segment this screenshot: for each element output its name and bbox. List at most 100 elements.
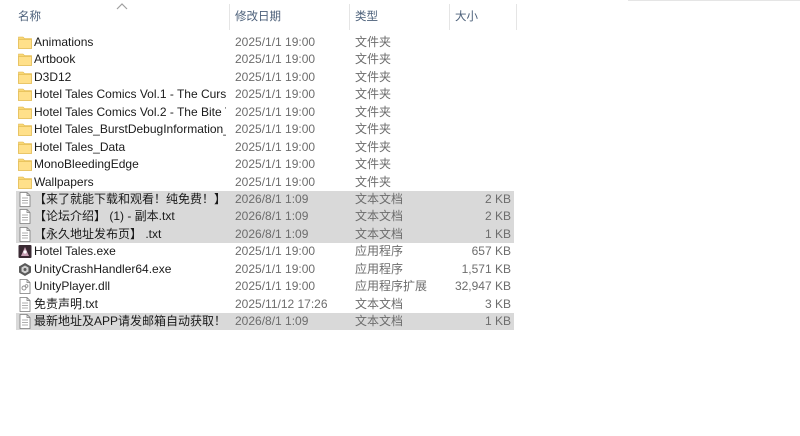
column-header-name[interactable]: 名称 xyxy=(14,0,229,30)
file-row[interactable]: 【论坛介绍】 (1) - 副本.txt 2026/8/1 1:09 文本文档 2… xyxy=(0,208,800,226)
file-type: 应用程序 xyxy=(355,244,404,259)
file-row[interactable]: Animations 2025/1/1 19:00 文件夹 xyxy=(0,34,800,51)
column-separator[interactable] xyxy=(449,4,450,30)
file-name: Hotel Tales Comics Vol.1 - The Curse... xyxy=(34,87,226,102)
text-file-icon xyxy=(18,191,32,208)
file-size: 1,571 KB xyxy=(461,261,511,276)
file-explorer-view: 名称 修改日期 类型 大小 Animations 2025/1/1 19:00 … xyxy=(0,0,800,436)
file-row[interactable]: UnityCrashHandler64.exe 2025/1/1 19:00 应… xyxy=(0,261,800,278)
file-size xyxy=(452,156,511,173)
file-row[interactable]: Artbook 2025/1/1 19:00 文件夹 xyxy=(0,51,800,68)
file-size: 1 KB xyxy=(484,314,511,328)
file-size xyxy=(452,121,511,138)
file-row[interactable]: Wallpapers 2025/1/1 19:00 文件夹 xyxy=(0,174,800,191)
file-name: Hotel Tales Comics Vol.2 - The Bite T... xyxy=(34,104,226,119)
file-size xyxy=(452,51,511,68)
file-row[interactable]: Hotel Tales_BurstDebugInformation_... 20… xyxy=(0,121,800,138)
file-name: 免责声明.txt xyxy=(34,296,99,311)
file-type: 文件夹 xyxy=(355,104,392,119)
file-name: Animations xyxy=(34,35,94,49)
file-size: 3 KB xyxy=(484,296,511,311)
folder-icon xyxy=(18,121,32,138)
file-name: MonoBleedingEdge xyxy=(34,157,139,172)
column-header-date[interactable]: 修改日期 xyxy=(231,0,349,30)
file-type: 文本文档 xyxy=(355,209,404,224)
file-type: 文件夹 xyxy=(355,69,392,84)
file-row[interactable]: 【永久地址发布页】 .txt 2026/8/1 1:09 文本文档 1 KB xyxy=(0,225,800,244)
file-row[interactable]: Hotel Tales Comics Vol.1 - The Curse... … xyxy=(0,86,800,103)
file-row[interactable]: MonoBleedingEdge 2025/1/1 19:00 文件夹 xyxy=(0,156,800,173)
file-row[interactable]: 免责声明.txt 2025/11/12 17:26 文本文档 3 KB xyxy=(0,296,800,313)
file-row[interactable]: 最新地址及APP请发邮箱自动获取！！！... 2026/8/1 1:09 文本文… xyxy=(0,313,800,331)
file-name: D3D12 xyxy=(34,69,72,84)
dll-file-icon xyxy=(18,278,32,295)
file-modified-date: 2026/8/1 1:09 xyxy=(235,226,309,241)
file-modified-date: 2025/1/1 19:00 xyxy=(235,279,316,294)
file-name: Hotel Tales_Data xyxy=(34,139,126,154)
column-header-size[interactable]: 大小 xyxy=(451,0,516,30)
folder-icon xyxy=(18,156,32,173)
folder-icon xyxy=(18,104,32,121)
file-name: UnityPlayer.dll xyxy=(34,279,111,294)
column-separator[interactable] xyxy=(516,4,517,30)
column-separator[interactable] xyxy=(349,4,350,30)
file-type: 文件夹 xyxy=(355,52,392,67)
text-file-icon xyxy=(18,226,32,243)
file-name: UnityCrashHandler64.exe xyxy=(34,261,172,276)
folder-icon xyxy=(18,34,32,51)
file-size xyxy=(452,104,511,121)
file-modified-date: 2025/1/1 19:00 xyxy=(235,52,316,67)
file-modified-date: 2025/11/12 17:26 xyxy=(235,296,328,311)
file-modified-date: 2025/1/1 19:00 xyxy=(235,69,316,84)
file-size: 32,947 KB xyxy=(454,279,511,294)
file-modified-date: 2025/1/1 19:00 xyxy=(235,261,316,276)
file-modified-date: 2025/1/1 19:00 xyxy=(235,244,316,259)
file-row[interactable]: 【来了就能下载和观看！纯免费！】 - 副... 2026/8/1 1:09 文本… xyxy=(0,190,800,209)
file-modified-date: 2025/1/1 19:00 xyxy=(235,104,316,119)
file-size xyxy=(452,139,511,156)
file-type: 文本文档 xyxy=(355,296,404,311)
text-file-icon xyxy=(18,313,32,330)
file-name: Wallpapers xyxy=(34,174,94,189)
header-divider xyxy=(628,0,800,1)
file-modified-date: 2025/1/1 19:00 xyxy=(235,157,316,172)
file-row[interactable]: Hotel Tales_Data 2025/1/1 19:00 文件夹 xyxy=(0,139,800,156)
unity-app-icon xyxy=(18,261,32,278)
file-size: 2 KB xyxy=(484,191,511,206)
file-row[interactable]: D3D12 2025/1/1 19:00 文件夹 xyxy=(0,69,800,86)
file-name: 【论坛介绍】 (1) - 副本.txt xyxy=(34,209,175,224)
file-name: Artbook xyxy=(34,52,76,67)
folder-icon xyxy=(18,69,32,86)
column-header-type[interactable]: 类型 xyxy=(351,0,449,30)
file-name: 最新地址及APP请发邮箱自动获取！！！... xyxy=(34,314,226,328)
file-row[interactable]: UnityPlayer.dll 2025/1/1 19:00 应用程序扩展 32… xyxy=(0,278,800,295)
file-type: 文件夹 xyxy=(355,35,392,49)
file-name: Hotel Tales_BurstDebugInformation_... xyxy=(34,122,226,137)
file-size: 657 KB xyxy=(471,244,511,259)
file-size xyxy=(452,86,511,103)
file-type: 应用程序扩展 xyxy=(355,279,428,294)
file-row[interactable]: Hotel Tales Comics Vol.2 - The Bite T...… xyxy=(0,104,800,121)
file-size xyxy=(452,69,511,86)
game-app-icon xyxy=(18,243,32,260)
folder-icon xyxy=(18,139,32,156)
file-name: 【来了就能下载和观看！纯免费！】 - 副... xyxy=(34,191,226,206)
file-modified-date: 2025/1/1 19:00 xyxy=(235,87,316,102)
folder-icon xyxy=(18,86,32,103)
file-type: 文件夹 xyxy=(355,139,392,154)
file-type: 文本文档 xyxy=(355,226,404,241)
file-list: Animations 2025/1/1 19:00 文件夹 Artbook 20… xyxy=(0,34,800,331)
file-modified-date: 2025/1/1 19:00 xyxy=(235,174,316,189)
file-name: Hotel Tales.exe xyxy=(34,244,116,259)
file-size: 1 KB xyxy=(484,226,511,241)
file-modified-date: 2026/8/1 1:09 xyxy=(235,209,309,224)
folder-icon xyxy=(18,51,32,68)
file-type: 文件夹 xyxy=(355,174,392,189)
text-file-icon xyxy=(18,296,32,313)
file-size xyxy=(452,174,511,191)
file-size: 2 KB xyxy=(484,209,511,224)
file-type: 文件夹 xyxy=(355,157,392,172)
column-separator[interactable] xyxy=(229,4,230,30)
file-row[interactable]: Hotel Tales.exe 2025/1/1 19:00 应用程序 657 … xyxy=(0,243,800,260)
column-header-bar: 名称 修改日期 类型 大小 xyxy=(0,0,800,30)
